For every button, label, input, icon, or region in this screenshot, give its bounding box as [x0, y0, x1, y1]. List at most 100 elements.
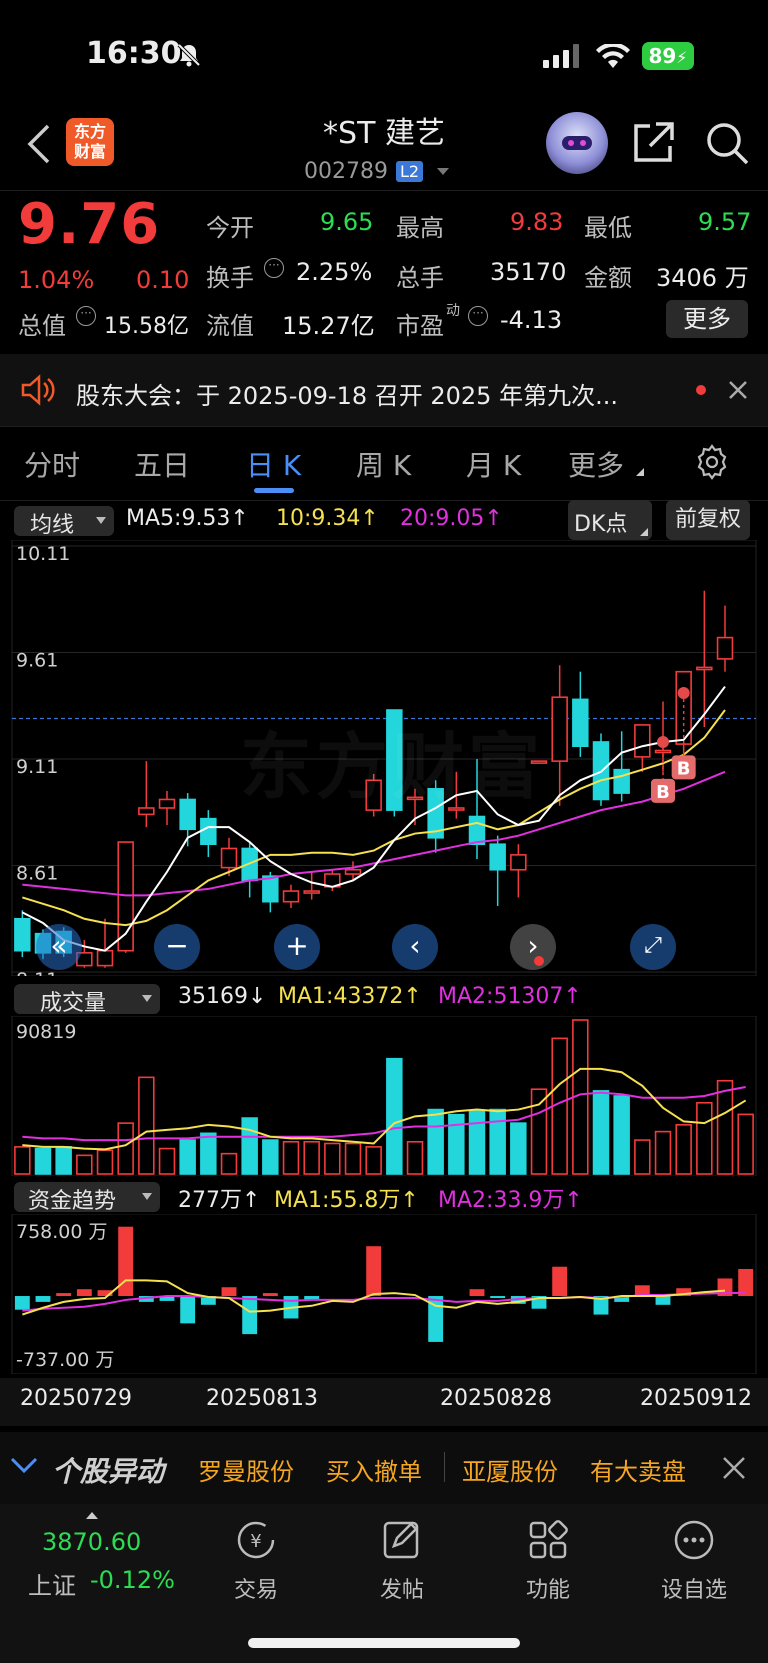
index-value[interactable]: 3870.60 — [42, 1528, 141, 1556]
fund-bar — [552, 1266, 568, 1297]
tab-daily-k[interactable]: 日 K — [246, 444, 301, 484]
pe-superscript: 动 — [446, 303, 460, 319]
candle-body — [179, 798, 196, 831]
status-time: 16:30 — [86, 36, 182, 71]
volume-bar — [634, 1139, 651, 1175]
volume-bar — [158, 1147, 176, 1175]
fund-trend-selector-label: 资金趋势 — [28, 1189, 117, 1214]
tab-five-day[interactable]: 五日 — [134, 444, 190, 484]
volume-bar — [696, 1101, 713, 1175]
float-value: 15.27亿 — [282, 312, 375, 340]
close-icon[interactable] — [728, 380, 748, 404]
high-value: 9.83 — [510, 208, 564, 236]
close-icon[interactable] — [722, 1456, 746, 1484]
ma5-value: MA5:9.53↑ — [126, 506, 249, 531]
speaker-icon — [20, 374, 56, 410]
candle-body — [572, 698, 589, 748]
price-tick-label: 8.61 — [16, 863, 58, 885]
ticker-item[interactable]: 有大卖盘 — [590, 1452, 686, 1487]
fund-bar — [262, 1293, 278, 1297]
fund-bar — [14, 1296, 30, 1310]
ticker-item[interactable]: 买入撤单 — [326, 1452, 422, 1487]
fullscreen-button[interactable]: ⤢ — [630, 924, 676, 970]
tab-weekly-k[interactable]: 周 K — [356, 444, 411, 484]
volume-bar — [737, 1113, 754, 1175]
fund-bar — [221, 1287, 237, 1297]
volume-selector[interactable]: 成交量 — [14, 984, 160, 1016]
nav-watchlist[interactable]: 设自选 — [644, 1518, 744, 1604]
low-value: 9.57 — [698, 208, 752, 236]
stock-code-row[interactable]: 002789 L2 — [304, 156, 450, 186]
scroll-left-button[interactable]: ‹ — [392, 924, 438, 970]
stock-code: 002789 — [304, 158, 388, 184]
volume-label: 总手 — [396, 264, 444, 292]
candle-body — [510, 854, 527, 871]
nav-functions[interactable]: 功能 — [498, 1518, 598, 1604]
nav-post[interactable]: 发帖 — [352, 1518, 452, 1604]
chevron-down-icon — [437, 167, 450, 175]
candle-body — [489, 843, 506, 871]
price-tick-label: 9.61 — [16, 650, 58, 672]
volume-value: 35170 — [490, 258, 567, 286]
date-label: 20250828 — [440, 1386, 552, 1411]
volume-selector-label: 成交量 — [40, 991, 107, 1016]
candle-body — [468, 815, 486, 846]
nav-trade[interactable]: ¥ 交易 — [206, 1518, 306, 1604]
gear-icon[interactable] — [694, 444, 730, 484]
tab-monthly-k[interactable]: 月 K — [466, 444, 521, 484]
candle-body — [551, 696, 568, 762]
indicator-selector-label: 均线 — [30, 513, 75, 538]
fund-trend-selector[interactable]: 资金趋势 — [14, 1182, 160, 1214]
candle-body — [634, 724, 651, 758]
candle-body — [696, 666, 713, 671]
candle-body — [158, 798, 176, 809]
volume-ma1: MA1:43372↑ — [278, 984, 422, 1009]
tab-intraday[interactable]: 分时 — [24, 444, 80, 484]
fund-trend-chart[interactable]: 758.00 万 -737.00 万 — [0, 1214, 768, 1374]
more-button[interactable]: 更多 — [666, 300, 748, 338]
signal-icon — [543, 44, 581, 72]
volume-bar — [365, 1146, 382, 1175]
scroll-left-fast-button[interactable]: « — [36, 924, 82, 970]
zoom-out-button[interactable]: − — [154, 924, 200, 970]
dk-point-button[interactable]: DK点 — [568, 500, 652, 540]
ticker-item[interactable]: 亚厦股份 — [462, 1452, 558, 1487]
open-value: 9.65 — [320, 208, 374, 236]
ticker-divider — [444, 1452, 445, 1482]
volume-bar — [96, 1149, 114, 1175]
volume-bar — [34, 1147, 52, 1175]
adjust-button[interactable]: 前复权 — [666, 500, 750, 540]
share-icon[interactable] — [632, 120, 676, 168]
svg-text:¥: ¥ — [250, 1531, 261, 1552]
more-dots-icon — [644, 1518, 744, 1562]
scroll-right-button[interactable]: › — [510, 924, 556, 970]
open-label: 今开 — [206, 214, 254, 242]
fund-bar — [35, 1296, 51, 1302]
fund-bar — [366, 1246, 382, 1297]
info-icon[interactable]: ··· — [76, 306, 96, 326]
index-name: 上证 — [28, 1572, 76, 1600]
volume-bar — [117, 1122, 134, 1175]
ticker-item[interactable]: 罗曼股份 — [198, 1452, 294, 1487]
volume-chart[interactable]: 90819 — [0, 1016, 768, 1176]
info-icon[interactable]: ··· — [468, 306, 488, 326]
wifi-icon — [596, 42, 630, 72]
turnover-label: 换手 — [206, 264, 254, 292]
collapse-chevron-icon[interactable] — [10, 1456, 38, 1478]
mute-bell-icon — [176, 42, 202, 72]
edit-icon — [352, 1518, 452, 1562]
notice-text[interactable]: 股东大会：于 2025-09-18 召开 2025 年第九次... — [76, 376, 656, 411]
candle-body — [138, 807, 155, 816]
volume-bar — [179, 1139, 196, 1175]
volume-bar — [406, 1140, 424, 1175]
indicator-selector[interactable]: 均线 — [14, 506, 114, 538]
info-icon[interactable]: ··· — [264, 258, 284, 278]
search-icon[interactable] — [704, 120, 750, 170]
price-tick-label: 10.11 — [16, 543, 70, 565]
signal-badge-label: B — [656, 782, 670, 803]
volume-bar — [262, 1139, 279, 1175]
tab-more[interactable]: 更多 — [568, 444, 624, 484]
robot-avatar-icon[interactable] — [546, 112, 608, 174]
turnover-value: 2.25% — [296, 258, 373, 286]
zoom-in-button[interactable]: + — [274, 924, 320, 970]
